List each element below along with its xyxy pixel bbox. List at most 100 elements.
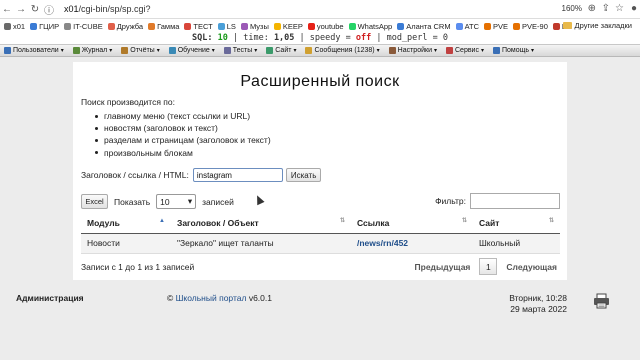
menu-item[interactable]: Отчёты ▾ [121,47,160,54]
bookmark-item[interactable]: PVE [484,22,508,31]
bookmark-item[interactable]: Гамма [148,22,179,31]
bookmark-item[interactable]: WhatsApp [348,22,392,31]
menu-icon [305,47,313,54]
folder-icon [562,22,572,29]
menu-icon [168,47,176,54]
datetime: Вторник, 10:28 29 марта 2022 [509,293,567,314]
chevron-down-icon: ▾ [60,48,64,54]
list-item: новостям (заголовок и текст) [95,122,271,134]
column-header[interactable]: Заголовок / Объект ⇅ [171,214,351,234]
next-page-button[interactable]: Следующая [506,262,557,272]
bookmark-favicon-icon [240,22,248,30]
search-label: Заголовок / ссылка / HTML: [81,170,189,180]
prev-page-button[interactable]: Предыдущая [415,262,471,272]
menu-item[interactable]: Обучение ▾ [168,47,215,54]
search-form: Заголовок / ссылка / HTML: Искать [81,168,322,182]
menu-item[interactable]: Сервис ▾ [446,47,484,54]
bookmark-favicon-icon [484,22,491,30]
chevron-down-icon: ▾ [254,48,258,54]
mouse-cursor-icon [253,193,265,206]
bookmark-item[interactable]: LS [217,22,236,31]
bookmark-favicon-icon [107,22,115,30]
speedy-value: off [355,33,372,43]
chevron-down-icon: ▾ [211,48,215,54]
chevron-down-icon: ▾ [433,48,437,54]
menu-item[interactable]: Журнал ▾ [72,47,113,54]
bookmark-favicon-icon [30,22,38,30]
column-header[interactable]: Ссылка ⇅ [351,214,473,234]
chevron-down-icon: ▾ [293,48,297,54]
bookmark-favicon-icon [348,22,356,30]
bookmark-item[interactable]: ГЦИР [30,22,59,31]
share-icon[interactable]: ⇪ [602,3,610,14]
page-title: Расширенный поиск [240,73,400,90]
menu-item[interactable]: Настройки ▾ [388,47,437,54]
column-header[interactable]: Модуль ▲ [81,214,171,234]
bookmark-item[interactable]: Дружба [107,22,143,31]
list-item: произвольным блокам [95,147,271,159]
results-table: Модуль ▲ Заголовок / Объект ⇅ Ссылка ⇅ Сайт… [81,214,560,254]
menu-item[interactable]: Сайт ▾ [266,47,296,54]
bookmark-item[interactable]: Аланта CRM [397,22,451,31]
bookmark-item[interactable]: ТЕСТ [184,22,213,31]
bookmark-item[interactable]: Музы [240,22,269,31]
scope-list: главному меню (текст ссылки и URL) новос… [95,110,271,159]
info-icon[interactable]: ⓘ [42,2,56,17]
bookmark-item[interactable]: x01 [4,22,25,31]
menu-icon [493,47,500,54]
search-button[interactable]: Искать [285,168,322,182]
chevron-down-icon: ▾ [531,48,535,54]
page-size-select[interactable]: 10 ▾ [156,194,197,209]
chevron-down-icon: ▾ [109,48,113,54]
menu-icon [266,47,274,54]
search-panel: Расширенный поиск Поиск производится по:… [73,62,567,280]
zoom-icon[interactable]: ⊕ [588,3,596,14]
filter-input[interactable] [470,193,560,209]
list-item: разделам и страницам (заголовок и текст) [95,134,271,146]
portal-menu: Пользователи ▾ Журнал ▾ Отчёты ▾ Обучение ▾ Тест… [0,44,640,57]
page-button[interactable]: 1 [479,258,498,275]
result-link[interactable]: /news/rn/452 [357,238,408,248]
bookmark-item[interactable]: АТС [455,22,479,31]
bookmark-favicon-icon [217,22,225,30]
bookmark-item[interactable]: IT-CUBE [64,22,103,31]
profile-icon[interactable]: ● [631,3,637,14]
printer-icon[interactable] [593,293,610,309]
mod-perl: mod_perl = 0 [386,33,448,43]
menu-item[interactable]: Помощь ▾ [493,47,534,54]
bookmark-item[interactable]: youtube [307,22,344,31]
excel-button[interactable]: Excel [81,194,108,209]
bookmarks-bar: x01 ГЦИР IT-CUBE Дружба Гамма ТЕСТ LS Музы KEEP y… [0,19,640,33]
pagination: Предыдущая 1 Следующая [415,258,557,275]
search-input[interactable] [192,168,283,182]
reload-icon[interactable]: ↻ [28,4,42,15]
bookmark-favicon-icon [552,22,560,30]
filter-control: Фильтр: [435,193,560,209]
menu-item[interactable]: Пользователи ▾ [4,47,64,54]
time-value: 1,05 [273,33,295,43]
bookmark-favicon-icon [148,22,156,30]
cell-module: Новости [81,233,171,254]
page-size-control: Показать 10 ▾ записей [114,194,234,209]
sql-count: 10 [217,33,228,43]
bookmark-item[interactable]: KEEP [273,22,303,31]
menu-icon [121,47,129,54]
menu-icon [388,47,396,54]
forward-icon[interactable]: → [14,4,28,15]
address-bar[interactable]: x01/cgi-bin/sp/sp.cgi? [64,4,151,14]
bookmark-favicon-icon [397,22,405,30]
portal-link[interactable]: Школьный портал [176,293,247,303]
menu-item[interactable]: Сообщения (1238) ▾ [305,47,380,54]
star-icon[interactable]: ☆ [615,3,624,14]
other-bookmarks[interactable]: Другие закладки [562,21,632,30]
bookmark-favicon-icon [4,22,11,30]
zoom-level[interactable]: 160% [562,4,582,13]
back-icon[interactable]: ← [0,4,14,15]
column-header[interactable]: Сайт ⇅ [473,214,560,234]
records-info: Записи с 1 до 1 из 1 записей [81,262,195,272]
bookmark-favicon-icon [513,22,521,30]
menu-item[interactable]: Тесты ▾ [223,47,258,54]
bookmark-item[interactable]: PVE-90 [513,22,548,31]
chevron-down-icon: ▾ [187,196,193,206]
intro-text: Поиск производится по: [81,97,175,107]
